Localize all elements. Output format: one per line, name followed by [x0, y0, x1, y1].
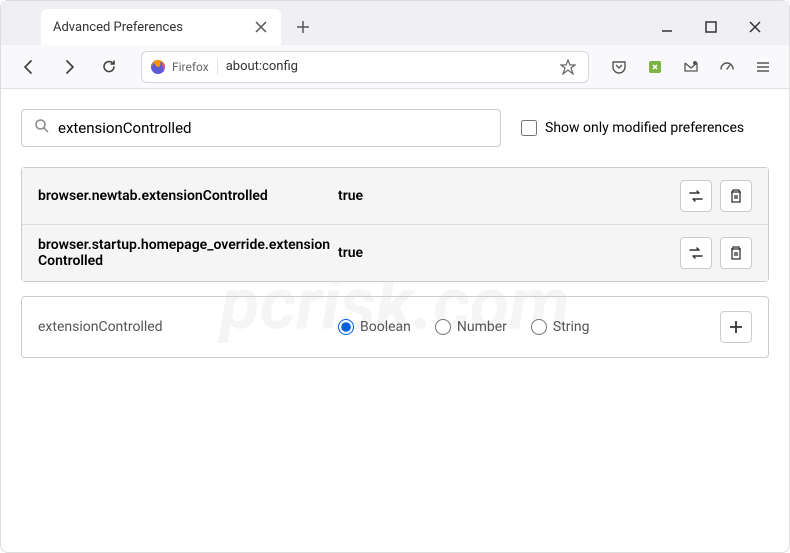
pref-name: browser.newtab.extensionControlled: [38, 188, 338, 204]
type-number-radio[interactable]: Number: [435, 319, 507, 335]
extension-icon[interactable]: [641, 53, 669, 81]
bookmark-star-icon[interactable]: [556, 55, 580, 79]
search-icon: [34, 118, 50, 138]
delete-button[interactable]: [720, 180, 752, 212]
pref-value: true: [338, 188, 680, 204]
window-titlebar: Advanced Preferences: [1, 1, 789, 45]
close-tab-icon[interactable]: [253, 19, 269, 35]
menu-icon[interactable]: [749, 53, 777, 81]
pref-row[interactable]: browser.startup.homepage_override.extens…: [22, 225, 768, 281]
close-window-icon[interactable]: [745, 17, 765, 37]
type-string-input[interactable]: [531, 319, 547, 335]
type-radio-group: Boolean Number String: [338, 319, 720, 335]
toggle-button[interactable]: [680, 237, 712, 269]
type-boolean-input[interactable]: [338, 319, 354, 335]
browser-tab[interactable]: Advanced Preferences: [41, 9, 281, 45]
type-boolean-radio[interactable]: Boolean: [338, 319, 411, 335]
pocket-icon[interactable]: [605, 53, 633, 81]
add-pref-button[interactable]: [720, 311, 752, 343]
type-string-radio[interactable]: String: [531, 319, 590, 335]
pref-actions: [680, 237, 752, 269]
forward-button[interactable]: [53, 51, 85, 83]
search-row: Show only modified preferences: [21, 109, 769, 147]
pref-name: browser.startup.homepage_override.extens…: [38, 237, 338, 269]
dashboard-icon[interactable]: [713, 53, 741, 81]
url-bar[interactable]: Firefox about:config: [141, 51, 589, 83]
new-tab-button[interactable]: [289, 13, 317, 41]
url-text: about:config: [226, 59, 556, 74]
tab-title: Advanced Preferences: [53, 20, 253, 35]
toggle-button[interactable]: [680, 180, 712, 212]
type-string-label: String: [553, 319, 590, 335]
show-modified-checkbox-input[interactable]: [521, 120, 537, 136]
search-box[interactable]: [21, 109, 501, 147]
mail-icon[interactable]: [677, 53, 705, 81]
minimize-icon[interactable]: [657, 17, 677, 37]
new-pref-name: extensionControlled: [38, 319, 338, 335]
toolbar-icons: [605, 53, 777, 81]
reload-button[interactable]: [93, 51, 125, 83]
delete-button[interactable]: [720, 237, 752, 269]
new-pref-row: extensionControlled Boolean Number Strin…: [21, 296, 769, 358]
maximize-icon[interactable]: [701, 17, 721, 37]
type-boolean-label: Boolean: [360, 319, 411, 335]
type-number-input[interactable]: [435, 319, 451, 335]
search-input[interactable]: [58, 119, 488, 137]
back-button[interactable]: [13, 51, 45, 83]
window-controls: [657, 17, 781, 37]
type-number-label: Number: [457, 319, 507, 335]
preferences-table: browser.newtab.extensionControlled true …: [21, 167, 769, 282]
pref-actions: [680, 180, 752, 212]
firefox-icon: [150, 59, 166, 75]
about-config-content: Show only modified preferences browser.n…: [1, 89, 789, 378]
pref-value: true: [338, 245, 680, 261]
identity-box[interactable]: Firefox: [150, 59, 218, 75]
pref-row[interactable]: browser.newtab.extensionControlled true: [22, 168, 768, 225]
show-modified-checkbox[interactable]: Show only modified preferences: [521, 120, 744, 136]
show-modified-label: Show only modified preferences: [545, 120, 744, 136]
identity-label: Firefox: [172, 60, 209, 74]
navigation-toolbar: Firefox about:config: [1, 45, 789, 89]
